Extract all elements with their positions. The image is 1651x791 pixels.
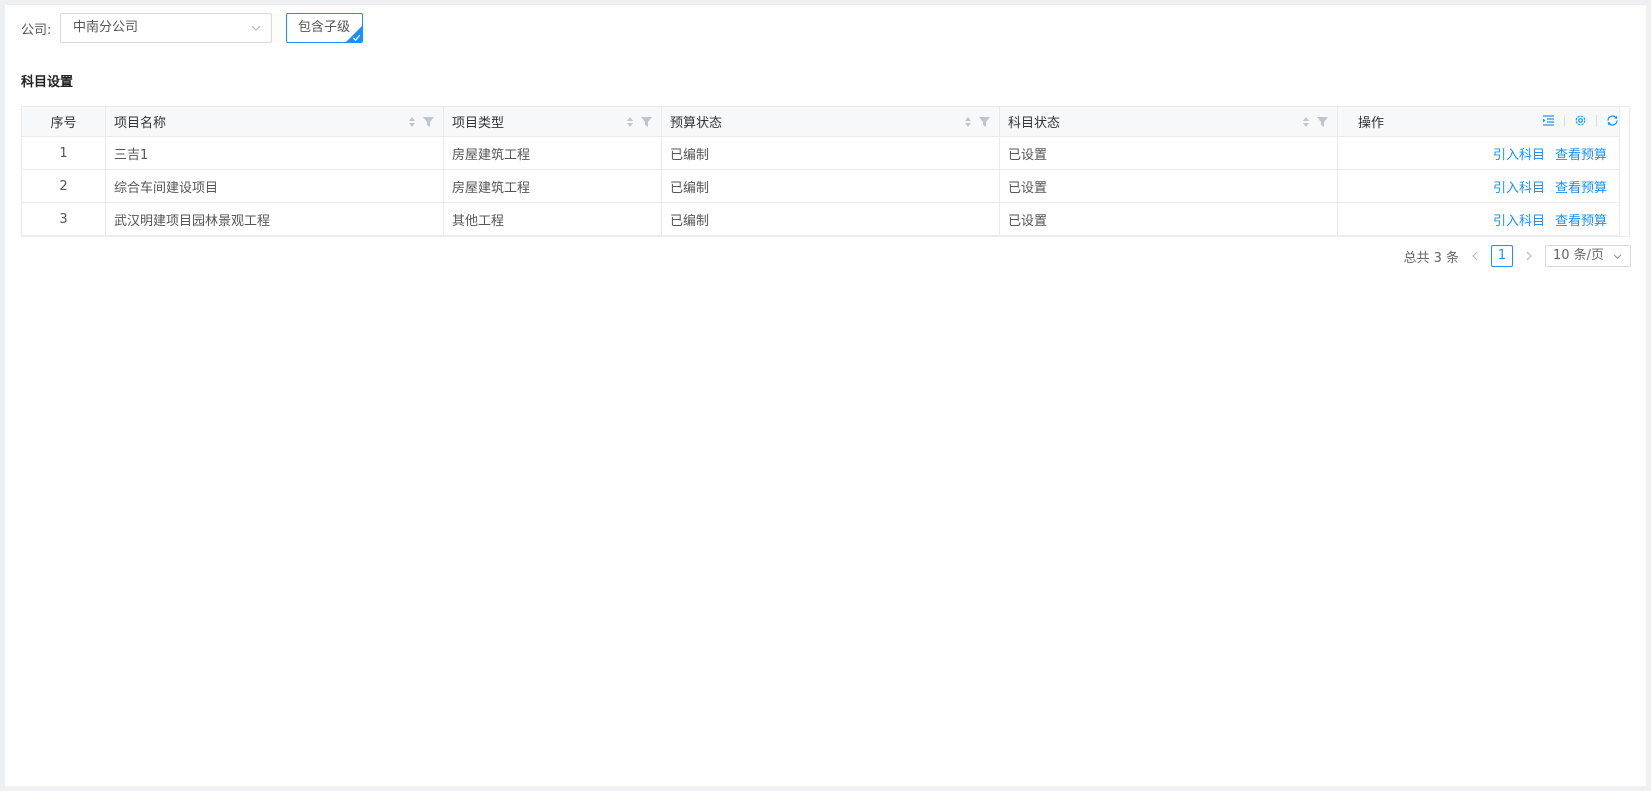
column-header-actions: 操作 [1338, 107, 1629, 136]
table-row: 3 武汉明建项目园林景观工程 其他工程 已编制 已设置 引入科目 查看预算 [22, 203, 1629, 236]
cell-index: 1 [22, 137, 106, 169]
cell-actions: 引入科目 查看预算 [1338, 137, 1629, 169]
sort-icon[interactable] [1302, 116, 1310, 128]
table-header-row: 序号 项目名称 项目类型 预算状态 科目状态 操作 [22, 107, 1629, 137]
toolbar-divider [1564, 114, 1565, 127]
cell-index: 3 [22, 203, 106, 235]
cell-subject-status: 已设置 [1000, 170, 1338, 202]
company-label: 公司: [21, 23, 52, 38]
settings-gear-icon[interactable] [1574, 114, 1587, 127]
table-toolbar [1542, 114, 1619, 127]
company-select[interactable]: 中南分公司 [60, 13, 272, 43]
toolbar-divider [1596, 114, 1597, 127]
cell-project-type: 房屋建筑工程 [444, 170, 662, 202]
column-indent-icon[interactable] [1542, 114, 1555, 127]
cell-budget-status: 已编制 [662, 137, 1000, 169]
check-icon [352, 34, 361, 42]
view-budget-link[interactable]: 查看预算 [1555, 177, 1607, 196]
chevron-right-icon[interactable] [1525, 251, 1533, 261]
chevron-down-icon [1613, 254, 1622, 260]
page-size-select[interactable]: 10 条/页 [1545, 245, 1631, 267]
view-budget-link[interactable]: 查看预算 [1555, 144, 1607, 163]
sort-icon[interactable] [626, 116, 634, 128]
cell-budget-status: 已编制 [662, 203, 1000, 235]
pagination: 总共 3 条 1 10 条/页 [1403, 245, 1631, 267]
cell-subject-status: 已设置 [1000, 203, 1338, 235]
column-header-name[interactable]: 项目名称 [106, 107, 444, 136]
project-table: 序号 项目名称 项目类型 预算状态 科目状态 操作 1 三吉1 房屋建筑工程 已… [21, 106, 1630, 237]
import-subject-link[interactable]: 引入科目 [1493, 210, 1545, 229]
filter-icon[interactable] [641, 117, 652, 127]
import-subject-link[interactable]: 引入科目 [1493, 144, 1545, 163]
include-children-toggle[interactable]: 包含子级 [286, 13, 363, 43]
filter-icon[interactable] [423, 117, 434, 127]
cell-index: 2 [22, 170, 106, 202]
cell-project-name: 综合车间建设项目 [106, 170, 444, 202]
table-row: 1 三吉1 房屋建筑工程 已编制 已设置 引入科目 查看预算 [22, 137, 1629, 170]
cell-actions: 引入科目 查看预算 [1338, 203, 1629, 235]
refresh-icon[interactable] [1606, 114, 1619, 127]
column-header-index: 序号 [22, 107, 106, 136]
column-header-subject-status[interactable]: 科目状态 [1000, 107, 1338, 136]
company-select-value: 中南分公司 [73, 20, 139, 35]
cell-project-type: 房屋建筑工程 [444, 137, 662, 169]
import-subject-link[interactable]: 引入科目 [1493, 177, 1545, 196]
sort-icon[interactable] [408, 116, 416, 128]
main-panel: 公司: 中南分公司 包含子级 科目设置 序号 项目名称 项目类型 预算状态 科目… [5, 5, 1646, 786]
cell-project-name: 武汉明建项目园林景观工程 [106, 203, 444, 235]
cell-subject-status: 已设置 [1000, 137, 1338, 169]
include-children-label: 包含子级 [298, 20, 351, 35]
table-row: 2 综合车间建设项目 房屋建筑工程 已编制 已设置 引入科目 查看预算 [22, 170, 1629, 203]
column-header-budget-status[interactable]: 预算状态 [662, 107, 1000, 136]
chevron-left-icon[interactable] [1471, 251, 1479, 261]
cell-actions: 引入科目 查看预算 [1338, 170, 1629, 202]
sort-icon[interactable] [964, 116, 972, 128]
cell-budget-status: 已编制 [662, 170, 1000, 202]
chevron-down-icon [251, 25, 261, 31]
cell-project-name: 三吉1 [106, 137, 444, 169]
view-budget-link[interactable]: 查看预算 [1555, 210, 1607, 229]
section-title: 科目设置 [21, 75, 74, 90]
table-vertical-scrollbar[interactable] [1619, 107, 1629, 236]
pagination-total: 总共 3 条 [1403, 250, 1459, 266]
cell-project-type: 其他工程 [444, 203, 662, 235]
page-size-value: 10 条/页 [1553, 248, 1605, 263]
filter-icon[interactable] [979, 117, 990, 127]
filter-icon[interactable] [1317, 117, 1328, 127]
page-number-button[interactable]: 1 [1491, 245, 1513, 267]
column-header-type[interactable]: 项目类型 [444, 107, 662, 136]
